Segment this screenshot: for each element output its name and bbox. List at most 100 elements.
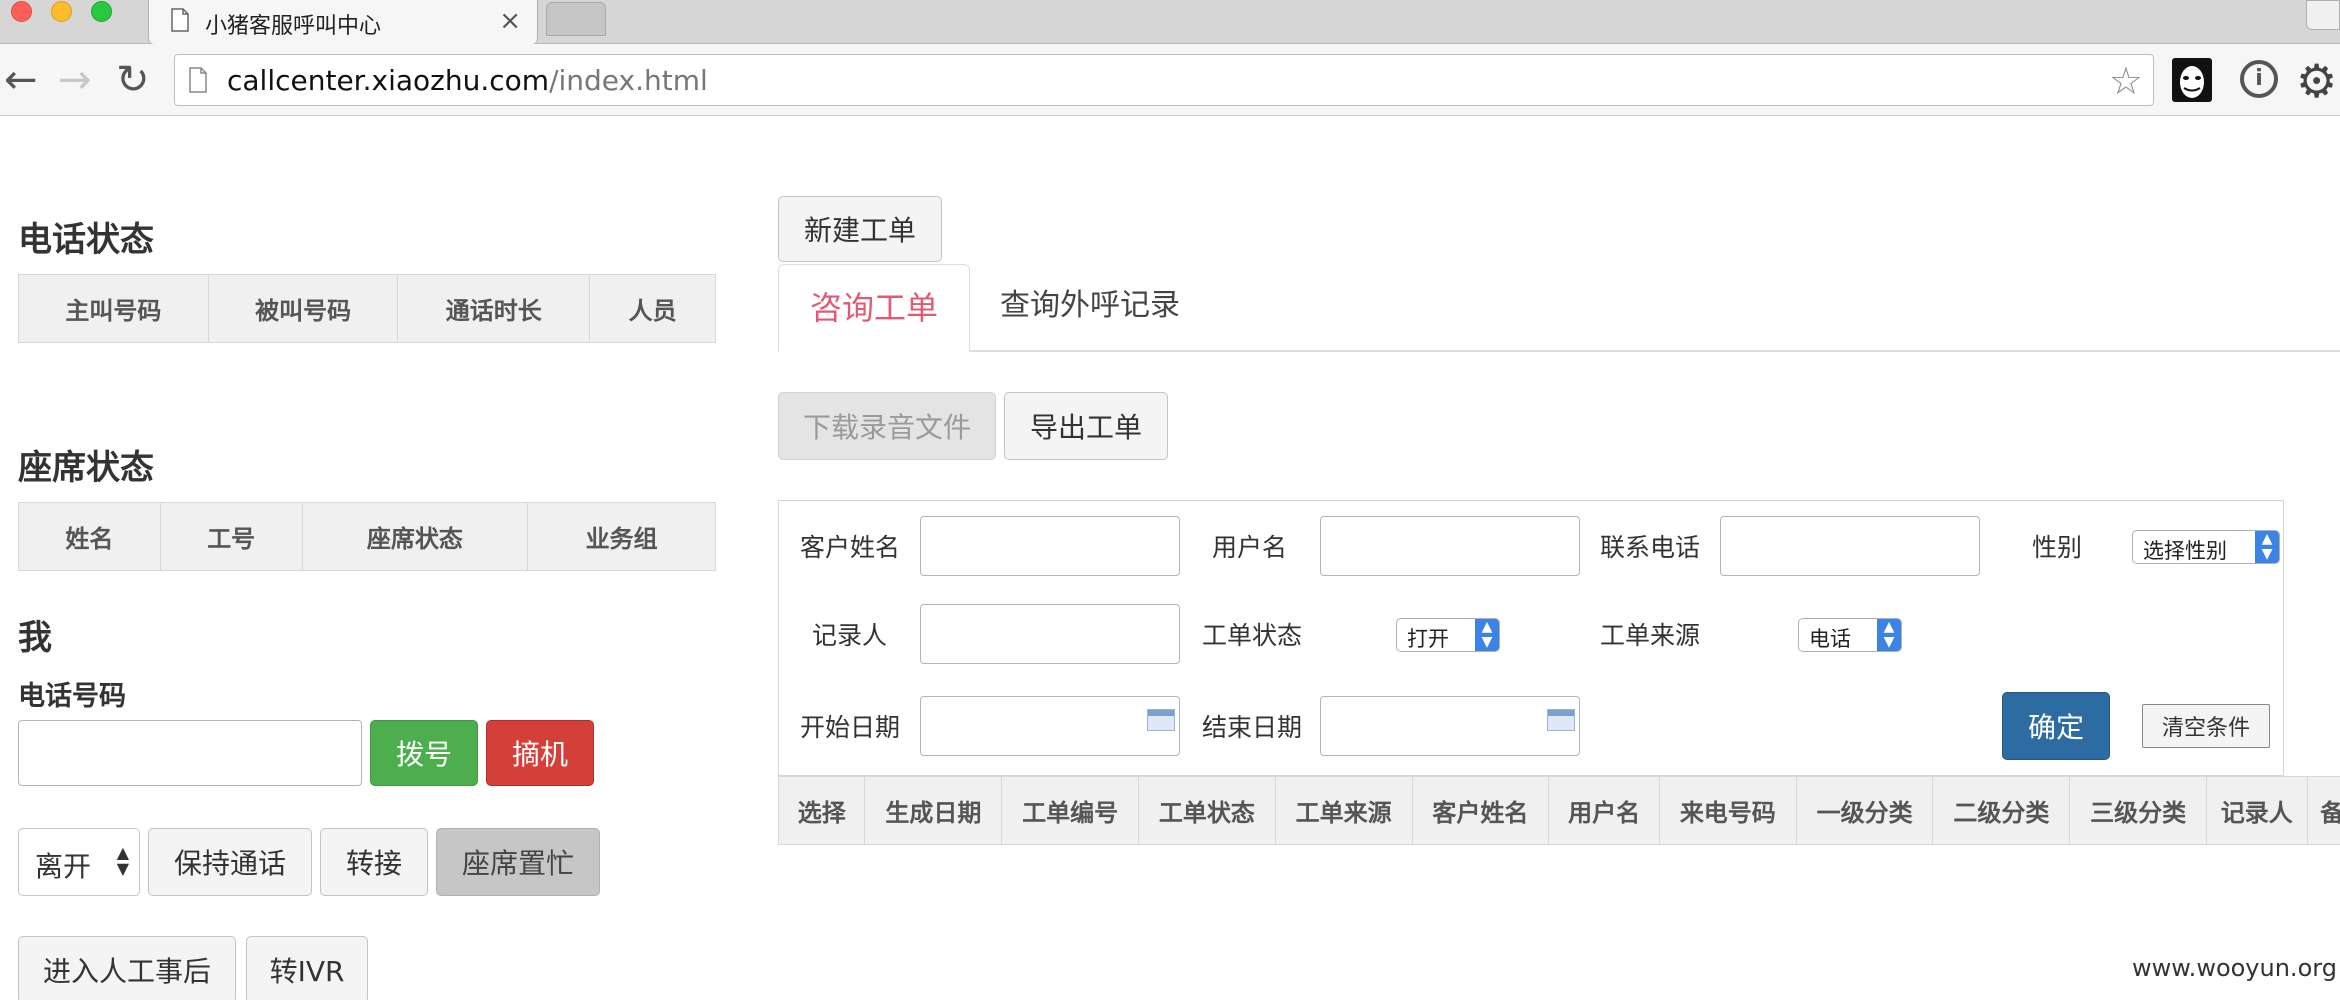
confirm-button[interactable]: 确定 (2002, 692, 2110, 760)
column-header: 工号 (159, 502, 303, 571)
order-source-select-value: 电话 (1809, 627, 1851, 651)
phone-number-label: 电话号码 (18, 681, 126, 712)
column-header: 工单状态 (1138, 776, 1276, 845)
mask-icon (2180, 66, 2204, 98)
order-status-select[interactable]: 打开 ▲ ▼ (1396, 618, 1500, 652)
forward-arrow-icon[interactable]: → (58, 58, 92, 102)
column-header: 通话时长 (397, 274, 591, 343)
page-icon (171, 8, 189, 32)
select-arrows-icon: ▲ ▼ (116, 843, 129, 878)
close-window-button[interactable] (11, 1, 32, 22)
username-input[interactable] (1320, 516, 1580, 576)
order-status-select-value: 打开 (1407, 627, 1449, 651)
column-header: 人员 (589, 274, 716, 343)
new-tab-button[interactable] (546, 2, 606, 36)
table-header-row: 姓名 工号 座席状态 业务组 (18, 502, 716, 571)
column-header: 生成日期 (864, 776, 1003, 845)
select-arrows-icon: ▲ ▼ (1475, 619, 1499, 651)
new-workorder-button[interactable]: 新建工单 (778, 196, 942, 262)
after-call-work-button[interactable]: 进入人工事后 (18, 936, 236, 1000)
phone-status-table: 主叫号码 被叫号码 通话时长 人员 (18, 274, 716, 343)
set-busy-button[interactable]: 座席置忙 (436, 828, 600, 896)
extension-mask-icon[interactable] (2172, 58, 2212, 102)
contact-phone-label: 联系电话 (1600, 533, 1701, 562)
agent-status-select[interactable]: 离开 ▲ ▼ (18, 828, 140, 896)
zoom-window-button[interactable] (91, 1, 112, 22)
column-header: 用户名 (1548, 776, 1660, 845)
tab-consult-workorder[interactable]: 咨询工单 (778, 264, 970, 352)
page-icon (189, 67, 207, 93)
gender-select-value: 选择性别 (2143, 539, 2227, 563)
calendar-icon[interactable] (1147, 709, 1175, 731)
minimize-window-button[interactable] (51, 1, 72, 22)
tab-title: 小猪客服呼叫中心 (205, 14, 382, 39)
clear-filters-button[interactable]: 清空条件 (2142, 704, 2270, 748)
table-header-row: 主叫号码 被叫号码 通话时长 人员 (18, 274, 716, 343)
reload-icon[interactable]: ↻ (116, 58, 150, 102)
column-header: 业务组 (527, 502, 716, 571)
contact-phone-input[interactable] (1720, 516, 1980, 576)
column-header: 三级分类 (2069, 776, 2207, 845)
url-host: callcenter.xiaozhu.com/index.html (227, 64, 708, 97)
username-label: 用户名 (1212, 533, 1288, 562)
recorder-label: 记录人 (812, 621, 888, 650)
phone-number-input[interactable] (18, 720, 362, 786)
transfer-ivr-button[interactable]: 转IVR (246, 936, 368, 1000)
address-bar[interactable]: callcenter.xiaozhu.com/index.html ☆ (174, 54, 2154, 106)
end-date-label: 结束日期 (1202, 713, 1303, 742)
end-date-input[interactable] (1320, 696, 1580, 756)
browser-tab-active[interactable]: 小猪客服呼叫中心 × (148, 0, 538, 44)
me-title: 我 (18, 618, 52, 658)
back-arrow-icon[interactable]: ← (4, 58, 38, 102)
order-source-label: 工单来源 (1600, 621, 1701, 650)
column-header: 来电号码 (1658, 776, 1797, 845)
column-header: 备 (2306, 776, 2340, 845)
order-source-select[interactable]: 电话 ▲ ▼ (1798, 618, 1902, 652)
seat-status-table: 姓名 工号 座席状态 业务组 (18, 502, 716, 571)
column-header: 姓名 (18, 502, 161, 571)
column-header: 一级分类 (1795, 776, 1934, 845)
column-header: 工单编号 (1001, 776, 1140, 845)
download-recording-button[interactable]: 下载录音文件 (778, 392, 996, 460)
tab-outbound-records[interactable]: 查询外呼记录 (1000, 280, 1180, 324)
seat-status-title: 座席状态 (18, 448, 154, 488)
browser-toolbar: ← → ↻ callcenter.xiaozhu.com/index.html … (0, 44, 2340, 116)
order-status-label: 工单状态 (1202, 621, 1303, 650)
select-arrows-icon: ▲ ▼ (2255, 531, 2279, 563)
calendar-icon[interactable] (1547, 709, 1575, 731)
dial-button[interactable]: 拨号 (370, 720, 478, 786)
gender-label: 性别 (2032, 533, 2083, 562)
window-menu-button[interactable] (2306, 0, 2340, 30)
hold-call-button[interactable]: 保持通话 (148, 828, 312, 896)
info-icon[interactable]: i (2240, 60, 2278, 98)
hangup-button[interactable]: 摘机 (486, 720, 594, 786)
column-header: 座席状态 (301, 502, 529, 571)
url-path: /index.html (549, 64, 708, 97)
gender-select[interactable]: 选择性别 ▲ ▼ (2132, 530, 2280, 564)
column-header: 二级分类 (1932, 776, 2071, 845)
start-date-label: 开始日期 (800, 713, 901, 742)
select-arrows-icon: ▲ ▼ (1877, 619, 1901, 651)
url-host-text: callcenter.xiaozhu.com (227, 64, 550, 97)
workorder-table: 选择 生成日期 工单编号 工单状态 工单来源 客户姓名 用户名 来电号码 一级分… (777, 776, 2340, 845)
customer-name-label: 客户姓名 (800, 533, 901, 562)
watermark: www.wooyun.org (2132, 954, 2337, 982)
recorder-input[interactable] (920, 604, 1180, 664)
transfer-button[interactable]: 转接 (320, 828, 428, 896)
start-date-input[interactable] (920, 696, 1180, 756)
tab-close-icon[interactable]: × (499, 6, 521, 36)
agent-status-value: 离开 (35, 850, 92, 883)
column-header: 选择 (777, 776, 866, 845)
table-header-row: 选择 生成日期 工单编号 工单状态 工单来源 客户姓名 用户名 来电号码 一级分… (777, 776, 2340, 845)
column-header: 工单来源 (1274, 776, 1413, 845)
settings-gear-icon[interactable]: ⚙ (2296, 54, 2337, 108)
export-workorder-button[interactable]: 导出工单 (1004, 392, 1168, 460)
column-header: 被叫号码 (207, 274, 399, 343)
customer-name-input[interactable] (920, 516, 1180, 576)
column-header: 客户姓名 (1411, 776, 1550, 845)
column-header: 主叫号码 (18, 274, 209, 343)
column-header: 记录人 (2206, 776, 2308, 845)
tab-bar-line (778, 350, 2340, 352)
phone-status-title: 电话状态 (18, 220, 154, 260)
bookmark-star-icon[interactable]: ☆ (2109, 59, 2143, 103)
